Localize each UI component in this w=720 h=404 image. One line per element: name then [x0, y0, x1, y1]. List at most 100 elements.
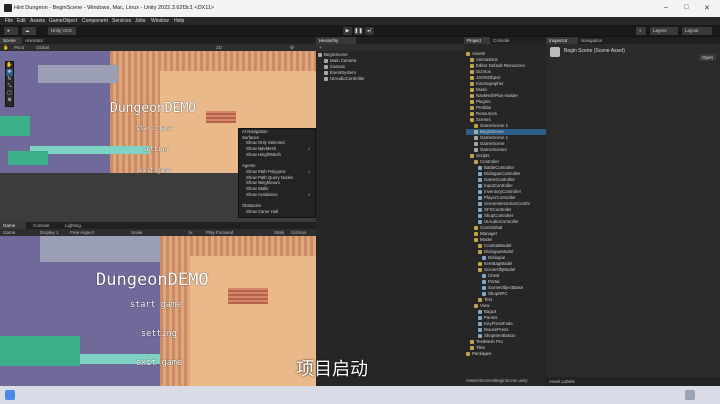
hierarchy-item[interactable]: UIAudioController — [318, 76, 462, 82]
menu-help[interactable]: Help — [174, 18, 184, 24]
tab-console[interactable]: Console — [30, 222, 60, 229]
os-taskbar — [0, 386, 720, 404]
tab-project[interactable]: Project — [464, 37, 490, 44]
layers-dropdown[interactable]: Layers — [650, 27, 678, 35]
title-bar: Hint Dungeon - BeginScene - Windows, Mac… — [0, 0, 720, 17]
stats-button[interactable]: Stats — [274, 229, 284, 236]
unity-logo-icon — [4, 4, 12, 12]
cloud-icon[interactable]: ☁ — [22, 27, 36, 35]
menu-assets[interactable]: Assets — [30, 18, 45, 24]
tab-project-console[interactable]: Console — [490, 37, 518, 44]
project-item-label: Music — [476, 87, 488, 92]
game-exit-button[interactable]: exit game — [136, 358, 182, 368]
scale-value[interactable]: 1x — [188, 229, 193, 236]
step-icon[interactable]: ▸| — [365, 27, 374, 35]
tab-game[interactable]: Game — [0, 222, 26, 229]
project-item-label: GameController — [484, 177, 515, 182]
start-icon[interactable] — [5, 390, 15, 400]
move-tool-icon[interactable]: ✋ — [6, 62, 13, 69]
project-item-label: PlayerController — [484, 195, 516, 200]
tab-navigation[interactable]: Navigation — [578, 37, 612, 44]
gameobject-icon — [324, 70, 328, 75]
minimize-icon[interactable]: – — [664, 4, 668, 11]
add-icon[interactable]: + — [319, 44, 322, 51]
menu-window[interactable]: Window — [151, 18, 169, 24]
menu-component[interactable]: Component — [82, 18, 108, 24]
rotate-tool-icon[interactable]: ↻ — [6, 76, 13, 83]
play-icon[interactable]: ▶ — [343, 27, 352, 35]
gizmo-dropdown-menu: AI Navigation Surfaces Show Only Selected S… — [238, 128, 316, 218]
inspector-title: Begin Scene (Scene Asset) — [564, 48, 625, 54]
script-icon — [478, 171, 482, 176]
global-dropdown[interactable]: Global — [36, 44, 49, 51]
hierarchy-panel: Hierarchy + BeginScene Main Camera Canvas E… — [316, 37, 464, 386]
gizmo-menu-item[interactable]: Show Carve Hull — [239, 209, 315, 215]
window-title: Hint Dungeon - BeginScene - Windows, Mac… — [14, 5, 215, 11]
gizmos-icon[interactable]: ⚙ — [290, 44, 294, 51]
project-item-label: Model — [480, 237, 492, 242]
tab-hierarchy[interactable]: Hierarchy — [316, 37, 356, 44]
project-item-label: Gizmos — [476, 69, 491, 74]
script-icon — [478, 183, 482, 188]
main-toolbar: ● ☁ Unity VCS ▶ ❚❚ ▸| ⌕ Layers Layout — [0, 25, 720, 37]
pivot-dropdown[interactable]: Pivot — [14, 44, 24, 51]
project-panel: Project Console Assets Animations Editor D… — [464, 37, 546, 386]
asset-labels-bar[interactable]: Asset Labels — [546, 377, 720, 386]
maximize-icon[interactable]: □ — [684, 4, 688, 11]
project-tab-row: Project Console — [464, 37, 546, 44]
display-dropdown[interactable]: Display 1 — [40, 229, 59, 236]
scale-tool-icon[interactable]: ⤡ — [6, 83, 13, 90]
project-item-label: Scripts — [476, 153, 490, 158]
gizmos-button[interactable]: Gizmos — [291, 229, 306, 236]
menu-jobs[interactable]: Jobs — [135, 18, 146, 24]
script-icon — [478, 189, 482, 194]
search-icon[interactable]: ⌕ — [636, 27, 646, 35]
project-item-label: Animations — [476, 57, 498, 62]
menu-file[interactable]: File — [5, 18, 13, 24]
game-start-button[interactable]: start game — [130, 300, 181, 310]
script-icon — [482, 279, 486, 284]
scene-exit-text: exit game — [139, 167, 172, 174]
folder-icon — [470, 69, 474, 74]
vcs-button[interactable]: Unity VCS — [48, 27, 76, 35]
menu-edit[interactable]: Edit — [17, 18, 26, 24]
project-item-label: DialogueModel — [484, 249, 514, 254]
close-icon[interactable]: ✕ — [704, 4, 710, 12]
2d-toggle[interactable]: 2D — [216, 44, 222, 51]
aspect-dropdown[interactable]: Free Aspect — [70, 229, 94, 236]
script-icon — [478, 321, 482, 326]
layout-dropdown[interactable]: Layout — [682, 27, 712, 35]
project-tree: Assets Animations Editor Default Resources… — [466, 51, 546, 376]
folder-icon — [474, 123, 478, 128]
hierarchy-search[interactable]: + — [316, 44, 464, 51]
account-icon[interactable]: ● — [4, 27, 18, 35]
tab-lighting[interactable]: Lighting — [62, 222, 92, 229]
script-icon — [482, 291, 486, 296]
tray-icon[interactable] — [685, 390, 695, 400]
project-item-label: MousePress — [484, 327, 509, 332]
tab-scene[interactable]: Scene — [0, 37, 22, 44]
folder-icon — [470, 339, 474, 344]
script-icon — [482, 255, 486, 260]
hand-tool-icon[interactable]: ✋ — [3, 44, 9, 51]
open-button[interactable]: Open — [698, 54, 716, 61]
script-icon — [478, 315, 482, 320]
game-mode-dropdown[interactable]: Game — [3, 229, 15, 236]
project-item-label: CombatModel — [484, 243, 512, 248]
scene-icon — [474, 135, 478, 140]
translate-tool-icon[interactable]: ✥ — [6, 69, 13, 76]
menu-services[interactable]: Services — [112, 18, 131, 24]
folder-icon — [478, 267, 482, 272]
transform-tool-icon[interactable]: ⊕ — [6, 97, 13, 104]
tab-inspector[interactable]: Inspector — [546, 37, 578, 44]
menu-gameobject[interactable]: GameObject — [49, 18, 77, 24]
play-mode-dropdown[interactable]: Play Focused — [206, 229, 233, 236]
rect-tool-icon[interactable]: ▢ — [6, 90, 13, 97]
game-setting-button[interactable]: setting — [141, 329, 177, 339]
project-item-label: BattleController — [484, 165, 515, 170]
game-view[interactable]: DungeonDEMO start game setting exit game — [0, 236, 316, 386]
folder-icon — [474, 237, 478, 242]
project-item[interactable]: Packages — [466, 351, 546, 357]
tab-animator[interactable]: Animator — [22, 37, 52, 44]
pause-icon[interactable]: ❚❚ — [354, 27, 363, 35]
